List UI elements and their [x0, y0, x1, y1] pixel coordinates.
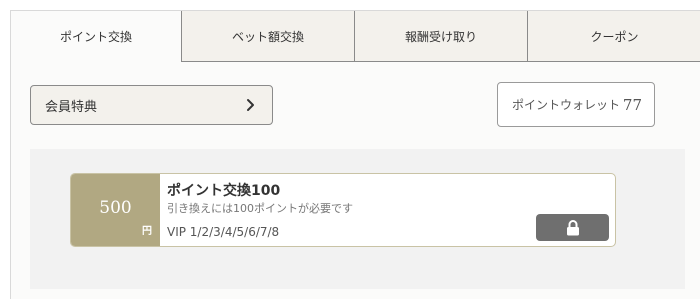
wallet-points: 77: [622, 95, 642, 114]
tab-coupon[interactable]: クーポン: [527, 11, 700, 62]
tab-label: ポイント交換: [59, 30, 132, 44]
coupon-card: 500 円 ポイント交換100 引き換えには100ポイントが必要です VIP 1…: [70, 173, 616, 247]
coupon-price-block: 500 円: [71, 174, 160, 246]
chevron-right-icon: [247, 99, 254, 111]
point-wallet: ポイントウォレット 77: [497, 82, 655, 127]
tab-reward-claim[interactable]: 報酬受け取り: [354, 11, 527, 62]
tab-label: ベット額交換: [231, 29, 304, 44]
coupon-amount: 500: [99, 198, 132, 218]
member-benefits-label: 会員特典: [45, 99, 98, 115]
member-benefits-button[interactable]: 会員特典: [30, 85, 273, 125]
coupon-vip-levels: VIP 1/2/3/4/5/6/7/8: [167, 225, 280, 239]
wallet-label: ポイントウォレット: [512, 98, 621, 112]
tab-label: 報酬受け取り: [404, 29, 477, 44]
coupon-title: ポイント交換100: [167, 183, 281, 199]
coupon-unit: 円: [142, 226, 152, 237]
coupon-description: 引き換えには100ポイントが必要です: [167, 202, 353, 215]
tab-label: クーポン: [590, 29, 639, 44]
coupon-locked-button[interactable]: [536, 214, 609, 241]
lock-icon: [566, 219, 579, 235]
tab-bar: ポイント交換 ベット額交換 報酬受け取り クーポン: [11, 11, 700, 62]
tab-bet-exchange[interactable]: ベット額交換: [181, 11, 354, 62]
tab-point-exchange[interactable]: ポイント交換: [11, 11, 181, 62]
